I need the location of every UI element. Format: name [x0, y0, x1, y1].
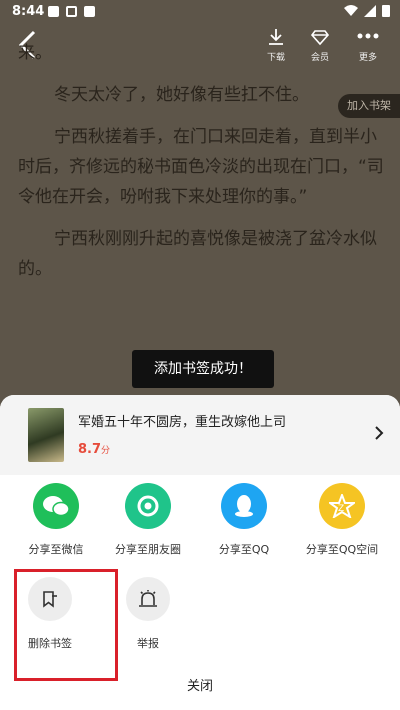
book-info-row[interactable]: 军婚五十年不圆房，重生改嫁他上司 8.7分 — [0, 395, 400, 475]
add-to-shelf-button[interactable]: 加入书架 — [338, 94, 400, 118]
notification-icon — [84, 6, 95, 17]
paragraph: 宁西秋搓着手，在门口来回走着，直到半小时后，齐修远的秘书面色冷淡的出现在门口，“… — [18, 127, 384, 207]
status-time: 8:44 — [12, 4, 45, 19]
highlight-annotation — [14, 569, 118, 681]
paragraph: 冬天太冷了，她好像有些扛不住。 — [54, 85, 309, 105]
share-wechat-button[interactable]: 分享至微信 — [10, 483, 102, 557]
qzone-icon: Z — [319, 483, 365, 529]
share-qzone-button[interactable]: Z 分享至QQ空间 — [296, 483, 388, 557]
share-qq-button[interactable]: 分享至QQ — [198, 483, 290, 557]
notification-icon — [66, 6, 77, 17]
status-bar: 8:44 — [0, 0, 400, 24]
chevron-right-icon — [375, 426, 384, 440]
text-line: 来。 — [18, 43, 52, 63]
report-button[interactable]: 举报 — [118, 577, 178, 651]
paragraph: 宁西秋刚刚升起的喜悦像是被浇了盆冷水似的。 — [18, 229, 377, 279]
toast-message: 添加书签成功！ — [132, 350, 274, 388]
book-cover — [28, 408, 64, 462]
share-moments-button[interactable]: 分享至朋友圈 — [102, 483, 194, 557]
signal-icon — [364, 4, 376, 17]
battery-icon — [382, 5, 390, 17]
book-score: 8.7分 — [78, 442, 111, 457]
svg-text:Z: Z — [338, 504, 344, 514]
wifi-icon — [344, 4, 358, 16]
close-button[interactable]: 关闭 — [0, 675, 400, 694]
moments-icon — [125, 483, 171, 529]
report-icon — [126, 577, 170, 621]
wechat-icon — [33, 483, 79, 529]
qq-icon — [221, 483, 267, 529]
notification-icon — [48, 6, 59, 17]
chapter-text: 来。 冬天太冷了，她好像有些扛不住。 宁西秋搓着手，在门口来回走着，直到半小时后… — [18, 43, 388, 296]
book-title: 军婚五十年不圆房，重生改嫁他上司 — [78, 415, 287, 430]
share-sheet: 军婚五十年不圆房，重生改嫁他上司 8.7分 分享至微信 分享至朋友圈 分享至QQ… — [0, 395, 400, 710]
reader-view: 8:44 下载 会员 更多 来。 冬天太冷了，她好像有些扛不住。 宁西秋搓着手，… — [0, 0, 400, 400]
